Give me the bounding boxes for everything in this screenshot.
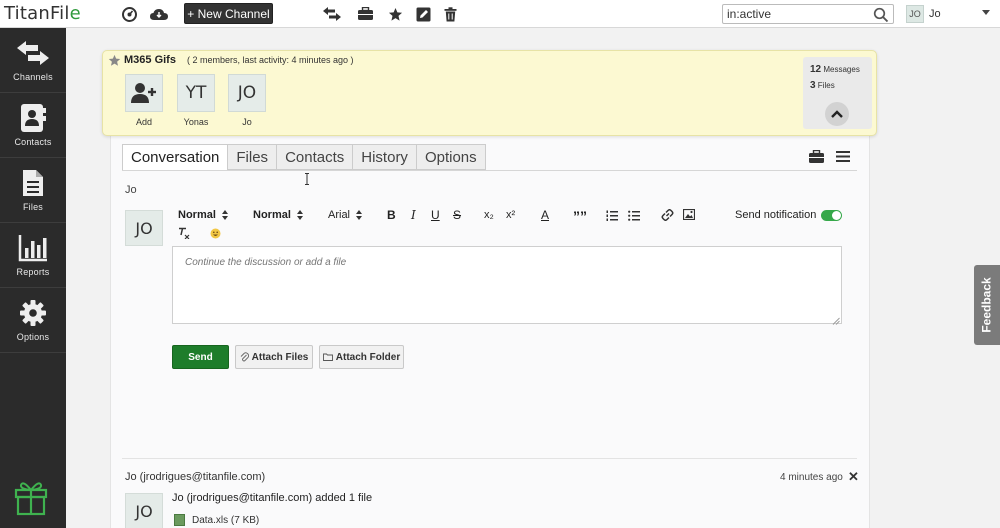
chevron-up-icon (831, 110, 843, 118)
text-color-button[interactable]: A (541, 208, 549, 222)
channel-header: M365 Gifs ( 2 members, last activity: 4 … (102, 50, 877, 136)
add-member-button[interactable]: Add (124, 74, 164, 127)
feedback-tab[interactable]: Feedback (974, 265, 1000, 345)
channel-meta: ( 2 members, last activity: 4 minutes ag… (187, 55, 354, 65)
search-input[interactable] (727, 6, 867, 22)
message-input[interactable] (173, 247, 841, 323)
contacts-book-icon (16, 103, 50, 133)
font-select[interactable]: Arial (328, 209, 363, 221)
sidebar-item-options[interactable]: Options (0, 288, 66, 353)
trash-icon[interactable] (441, 5, 459, 23)
header-format-select[interactable]: Normal (178, 209, 228, 221)
channel-title: M365 Gifs (124, 54, 176, 66)
message-text: Jo (jrodrigues@titanfile.com) added 1 fi… (172, 492, 373, 504)
recipient-label: Jo (125, 184, 137, 196)
search-box (722, 4, 894, 24)
channel-stats: 12 Messages 3 Files (803, 57, 872, 129)
text-cursor-icon (304, 173, 310, 185)
file-icon (16, 168, 50, 198)
divider (122, 458, 857, 459)
file-attachment[interactable]: Data.xls (7 KB) (174, 514, 259, 526)
user-menu[interactable]: JO Jo (906, 4, 994, 24)
image-icon[interactable] (683, 209, 695, 220)
tab-conversation[interactable]: Conversation (122, 144, 229, 171)
tab-divider (122, 170, 857, 171)
add-user-icon (125, 74, 163, 112)
edit-icon[interactable] (414, 5, 432, 23)
underline-button[interactable]: U (431, 208, 440, 222)
attach-files-button[interactable]: Attach Files (235, 345, 313, 369)
briefcase-icon[interactable] (808, 149, 825, 167)
excel-file-icon (174, 514, 185, 526)
size-format-select[interactable]: Normal (253, 209, 303, 221)
star-icon[interactable] (386, 5, 404, 23)
send-button[interactable]: Send (172, 345, 229, 369)
tab-contacts[interactable]: Contacts (276, 144, 354, 170)
cloud-icon[interactable] (149, 5, 169, 23)
channels-arrows-icon (16, 38, 50, 68)
hamburger-menu-icon[interactable] (836, 150, 850, 167)
new-channel-button[interactable]: + New Channel (184, 3, 273, 24)
avatar: JO (125, 210, 163, 246)
chevron-down-icon (982, 10, 990, 15)
tab-history[interactable]: History (352, 144, 417, 170)
dashboard-gauge-icon[interactable] (120, 5, 138, 23)
resize-handle-icon[interactable] (832, 314, 840, 325)
ordered-list-icon[interactable] (606, 210, 618, 221)
files-stat: 3 Files (810, 80, 835, 91)
member-yonas[interactable]: YT Yonas (176, 74, 216, 127)
sidebar-item-reports[interactable]: Reports (0, 223, 66, 288)
member-jo[interactable]: JO Jo (227, 74, 267, 127)
favorite-star-icon[interactable] (108, 54, 121, 67)
emoji-icon[interactable] (210, 228, 221, 239)
briefcase-icon[interactable] (356, 5, 374, 23)
transfer-arrows-icon[interactable] (322, 5, 342, 23)
avatar: JO (228, 74, 266, 112)
paperclip-icon (240, 352, 249, 362)
bold-button[interactable]: B (387, 208, 396, 222)
sidebar-item-files[interactable]: Files (0, 158, 66, 223)
bullet-list-icon[interactable] (628, 210, 640, 221)
avatar: JO (125, 493, 163, 528)
titanfile-logo[interactable]: TitanFile (4, 3, 81, 24)
avatar: YT (177, 74, 215, 112)
messages-stat: 12 Messages (810, 64, 860, 75)
gift-icon[interactable] (12, 478, 50, 516)
subscript-button[interactable]: x₂ (484, 209, 494, 221)
close-icon[interactable]: ✕ (848, 469, 859, 485)
tab-actions (808, 149, 850, 167)
strike-button[interactable]: S (453, 208, 461, 222)
search-icon[interactable] (873, 7, 889, 23)
link-icon[interactable] (661, 209, 674, 221)
message-author: Jo (jrodrigues@titanfile.com) (125, 471, 266, 483)
user-avatar: JO (906, 5, 924, 23)
tab-files[interactable]: Files (227, 144, 278, 170)
send-notification-label: Send notification (735, 209, 817, 221)
channel-tabs: Conversation Files Contacts History Opti… (122, 144, 486, 171)
send-notification-toggle[interactable] (821, 210, 842, 221)
sidebar-item-channels[interactable]: Channels (0, 28, 66, 93)
collapse-header-button[interactable] (825, 102, 849, 126)
message-time: 4 minutes ago (780, 472, 843, 483)
blockquote-button[interactable]: ”” (573, 208, 587, 224)
folder-icon (322, 353, 333, 361)
superscript-button[interactable]: x² (506, 209, 515, 221)
gear-icon (16, 298, 50, 328)
clear-format-icon[interactable] (178, 227, 190, 239)
conversation-panel (110, 134, 870, 528)
tab-options[interactable]: Options (415, 144, 486, 170)
attach-folder-button[interactable]: Attach Folder (319, 345, 404, 369)
message-editor (172, 246, 842, 325)
sidebar-item-contacts[interactable]: Contacts (0, 93, 66, 158)
sidebar: Channels Contacts Files Reports Options (0, 28, 66, 528)
bar-chart-icon (16, 233, 50, 263)
top-bar: TitanFile + New Channel JO Jo (0, 0, 1000, 28)
italic-button[interactable]: I (411, 208, 416, 222)
user-name: Jo (929, 8, 941, 20)
